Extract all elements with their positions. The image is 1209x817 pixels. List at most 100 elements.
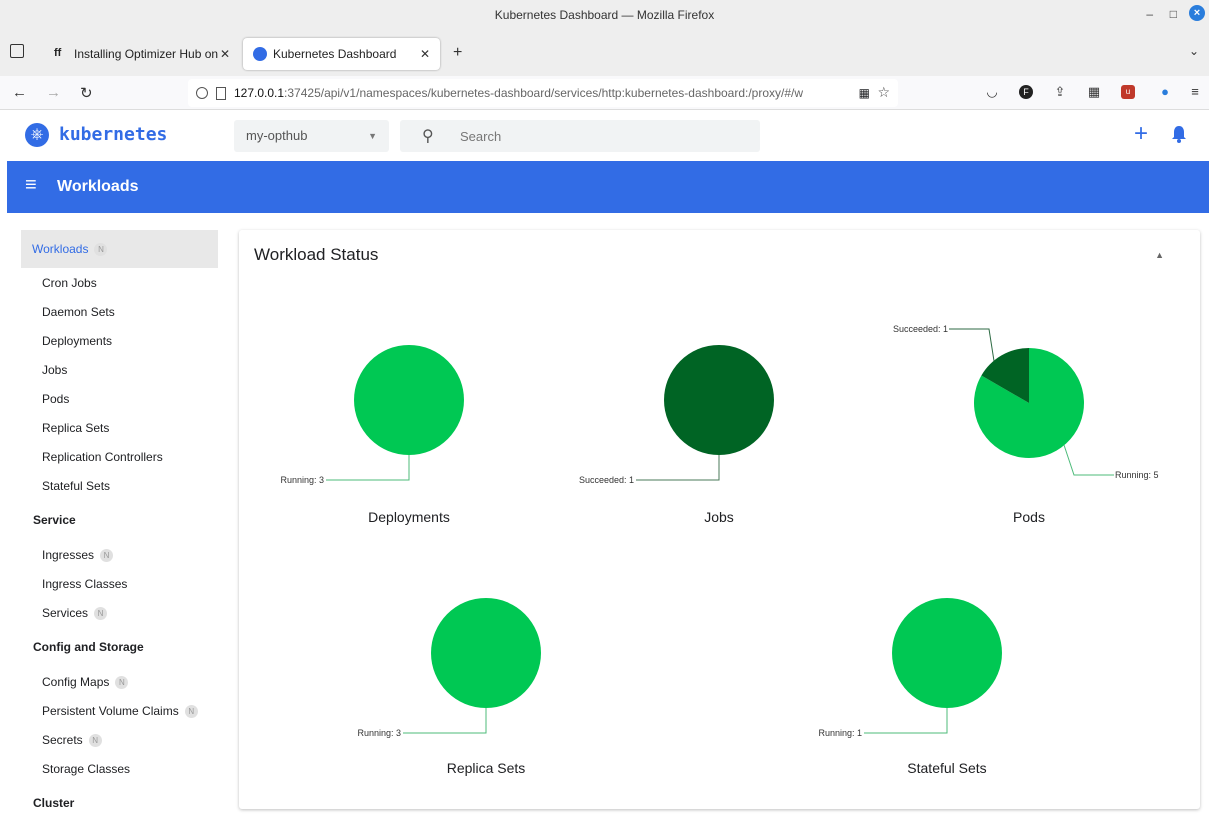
sidebar-section-service[interactable]: Service [33, 513, 76, 527]
url-host: 127.0.0.1 [234, 86, 285, 100]
back-icon[interactable]: ← [12, 84, 27, 101]
chevron-down-icon[interactable]: ⌄ [1189, 44, 1199, 58]
extensions-grid-icon[interactable]: ▦ [1087, 85, 1101, 99]
page-title: Workloads [57, 178, 139, 195]
sidebar-item-replica-sets[interactable]: Replica Sets [42, 421, 109, 435]
search-placeholder: Search [460, 129, 502, 144]
sidebar-item-pods[interactable]: Pods [42, 392, 69, 406]
callout-line [1063, 444, 1114, 476]
chart-title[interactable]: Deployments [368, 509, 450, 525]
url-path: :37425/api/v1/namespaces/kubernetes-dash… [284, 86, 804, 100]
slice-label: Running: 3 [357, 728, 401, 738]
tab-overview-icon[interactable] [10, 44, 24, 58]
kubernetes-logo-icon[interactable]: ⎈ [25, 123, 49, 147]
menu-icon[interactable]: ≡ [1188, 85, 1202, 99]
namespace-select[interactable]: my-opthub ▼ [234, 120, 389, 152]
sidebar-item-workloads[interactable]: Workloads N [21, 230, 218, 268]
slice-label: Succeeded: 1 [893, 324, 948, 334]
pie-chart-pods: Running: 5 Succeeded: 1 Pods [893, 324, 1159, 525]
sidebar-item-ingresses[interactable]: Ingresses N [42, 548, 114, 563]
callout-line [949, 328, 995, 362]
profile-icon[interactable]: ● [1158, 85, 1172, 99]
sidebar-item-secrets[interactable]: Secrets N [42, 733, 102, 748]
slice-label: Running: 1 [818, 728, 862, 738]
callout-line [636, 455, 720, 481]
page-info-icon[interactable] [216, 86, 226, 100]
tab-kubernetes-dashboard[interactable]: Kubernetes Dashboard ✕ [243, 38, 440, 70]
pie-slice-running[interactable] [892, 598, 1002, 708]
slice-label: Running: 3 [280, 475, 324, 485]
chart-title[interactable]: Pods [1013, 509, 1045, 525]
minimize-icon[interactable]: – [1146, 7, 1153, 21]
tab-installing-optimizer-hub[interactable]: ff Installing Optimizer Hub on ✕ [44, 38, 240, 70]
forward-icon[interactable]: → [46, 84, 61, 101]
bookmark-star-icon[interactable]: ☆ [877, 84, 890, 101]
sidebar-item-persistent-volume-claims[interactable]: Persistent Volume Claims N [42, 704, 198, 719]
hamburger-menu-icon[interactable]: ≡ [25, 174, 37, 197]
chart-title[interactable]: Jobs [704, 509, 734, 525]
pie-chart-stateful-sets: Running: 1 Stateful Sets [818, 598, 1002, 776]
sidebar-item-storage-classes[interactable]: Storage Classes [42, 762, 130, 776]
share-icon[interactable]: ⇪ [1053, 85, 1067, 99]
window-title: Kubernetes Dashboard — Mozilla Firefox [494, 8, 715, 22]
tab-strip: ff Installing Optimizer Hub on ✕ Kuberne… [0, 30, 1209, 76]
sidebar-item-daemon-sets[interactable]: Daemon Sets [42, 305, 115, 319]
slice-label: Succeeded: 1 [579, 475, 634, 485]
extension-icon[interactable]: ▦ [859, 86, 870, 100]
callout-line [326, 455, 410, 481]
namespaced-badge: N [100, 549, 114, 563]
slice-label: Running: 5 [1115, 470, 1159, 480]
pie-slice-running[interactable] [354, 345, 464, 455]
notifications-bell-icon[interactable] [1171, 125, 1187, 143]
pocket-icon[interactable]: ◡ [985, 85, 999, 99]
navigation-bar: ← → ↻ 127.0.0.1 :37425/api/v1/namespaces… [0, 76, 1209, 110]
account-icon[interactable]: F [1019, 85, 1033, 99]
pie-chart-deployments: Running: 3 Deployments [280, 345, 464, 525]
sidebar-item-deployments[interactable]: Deployments [42, 334, 112, 348]
workload-charts: Running: 3 Deployments Succeeded: 1 Jobs Run… [280, 324, 1159, 776]
window-titlebar: Kubernetes Dashboard — Mozilla Firefox –… [0, 0, 1209, 30]
sidebar-item-config-maps[interactable]: Config Maps N [42, 675, 129, 690]
page-toolbar: ≡ Workloads [7, 161, 1209, 213]
namespace-value: my-opthub [246, 128, 308, 143]
tracking-shield-icon[interactable] [196, 87, 208, 99]
ublock-icon[interactable]: u [1121, 85, 1135, 99]
reload-icon[interactable]: ↻ [80, 84, 93, 102]
url-bar[interactable]: 127.0.0.1 :37425/api/v1/namespaces/kuber… [188, 79, 898, 107]
chart-title[interactable]: Stateful Sets [907, 760, 986, 776]
search-input[interactable]: ⚲ Search [400, 120, 760, 152]
new-tab-icon[interactable]: + [453, 44, 462, 62]
sidebar-item-stateful-sets[interactable]: Stateful Sets [42, 479, 110, 493]
pie-slice-running[interactable] [431, 598, 541, 708]
sidebar-item-cron-jobs[interactable]: Cron Jobs [42, 276, 97, 290]
sidebar-item-ingress-classes[interactable]: Ingress Classes [42, 577, 127, 591]
sidebar-section-cluster[interactable]: Cluster [33, 796, 74, 810]
caret-down-icon: ▼ [368, 131, 377, 141]
sidebar-item-label: Workloads [32, 242, 89, 256]
close-tab-icon[interactable]: ✕ [220, 47, 230, 61]
maximize-icon[interactable]: □ [1170, 7, 1177, 21]
namespaced-badge: N [94, 607, 108, 621]
namespaced-badge: N [94, 243, 108, 257]
sidebar-nav: Workloads N Cron Jobs Daemon Sets Deploym… [7, 213, 231, 817]
pie-chart-jobs: Succeeded: 1 Jobs [579, 345, 774, 525]
app-header: ⎈ kubernetes my-opthub ▼ ⚲ Search + [7, 110, 1209, 161]
tab-label: Installing Optimizer Hub on [74, 47, 219, 61]
close-tab-icon[interactable]: ✕ [420, 47, 430, 61]
sidebar-item-label: Config Maps [42, 675, 110, 689]
sidebar-item-replication-controllers[interactable]: Replication Controllers [42, 450, 163, 464]
create-resource-button[interactable]: + [1134, 122, 1148, 146]
sidebar-item-label: Persistent Volume Claims [42, 704, 179, 718]
sidebar-item-jobs[interactable]: Jobs [42, 363, 67, 377]
namespaced-badge: N [184, 705, 198, 719]
sidebar-section-config-storage[interactable]: Config and Storage [33, 640, 144, 654]
sidebar-item-services[interactable]: Services N [42, 606, 108, 621]
pie-chart-replica-sets: Running: 3 Replica Sets [357, 598, 541, 776]
close-window-icon[interactable]: × [1189, 5, 1205, 21]
chart-title[interactable]: Replica Sets [447, 760, 526, 776]
sidebar-item-label: Services [42, 606, 89, 620]
namespaced-badge: N [115, 676, 129, 690]
brand-name[interactable]: kubernetes [59, 124, 167, 145]
kubernetes-favicon-icon [253, 47, 267, 61]
pie-slice-succeeded[interactable] [664, 345, 774, 455]
